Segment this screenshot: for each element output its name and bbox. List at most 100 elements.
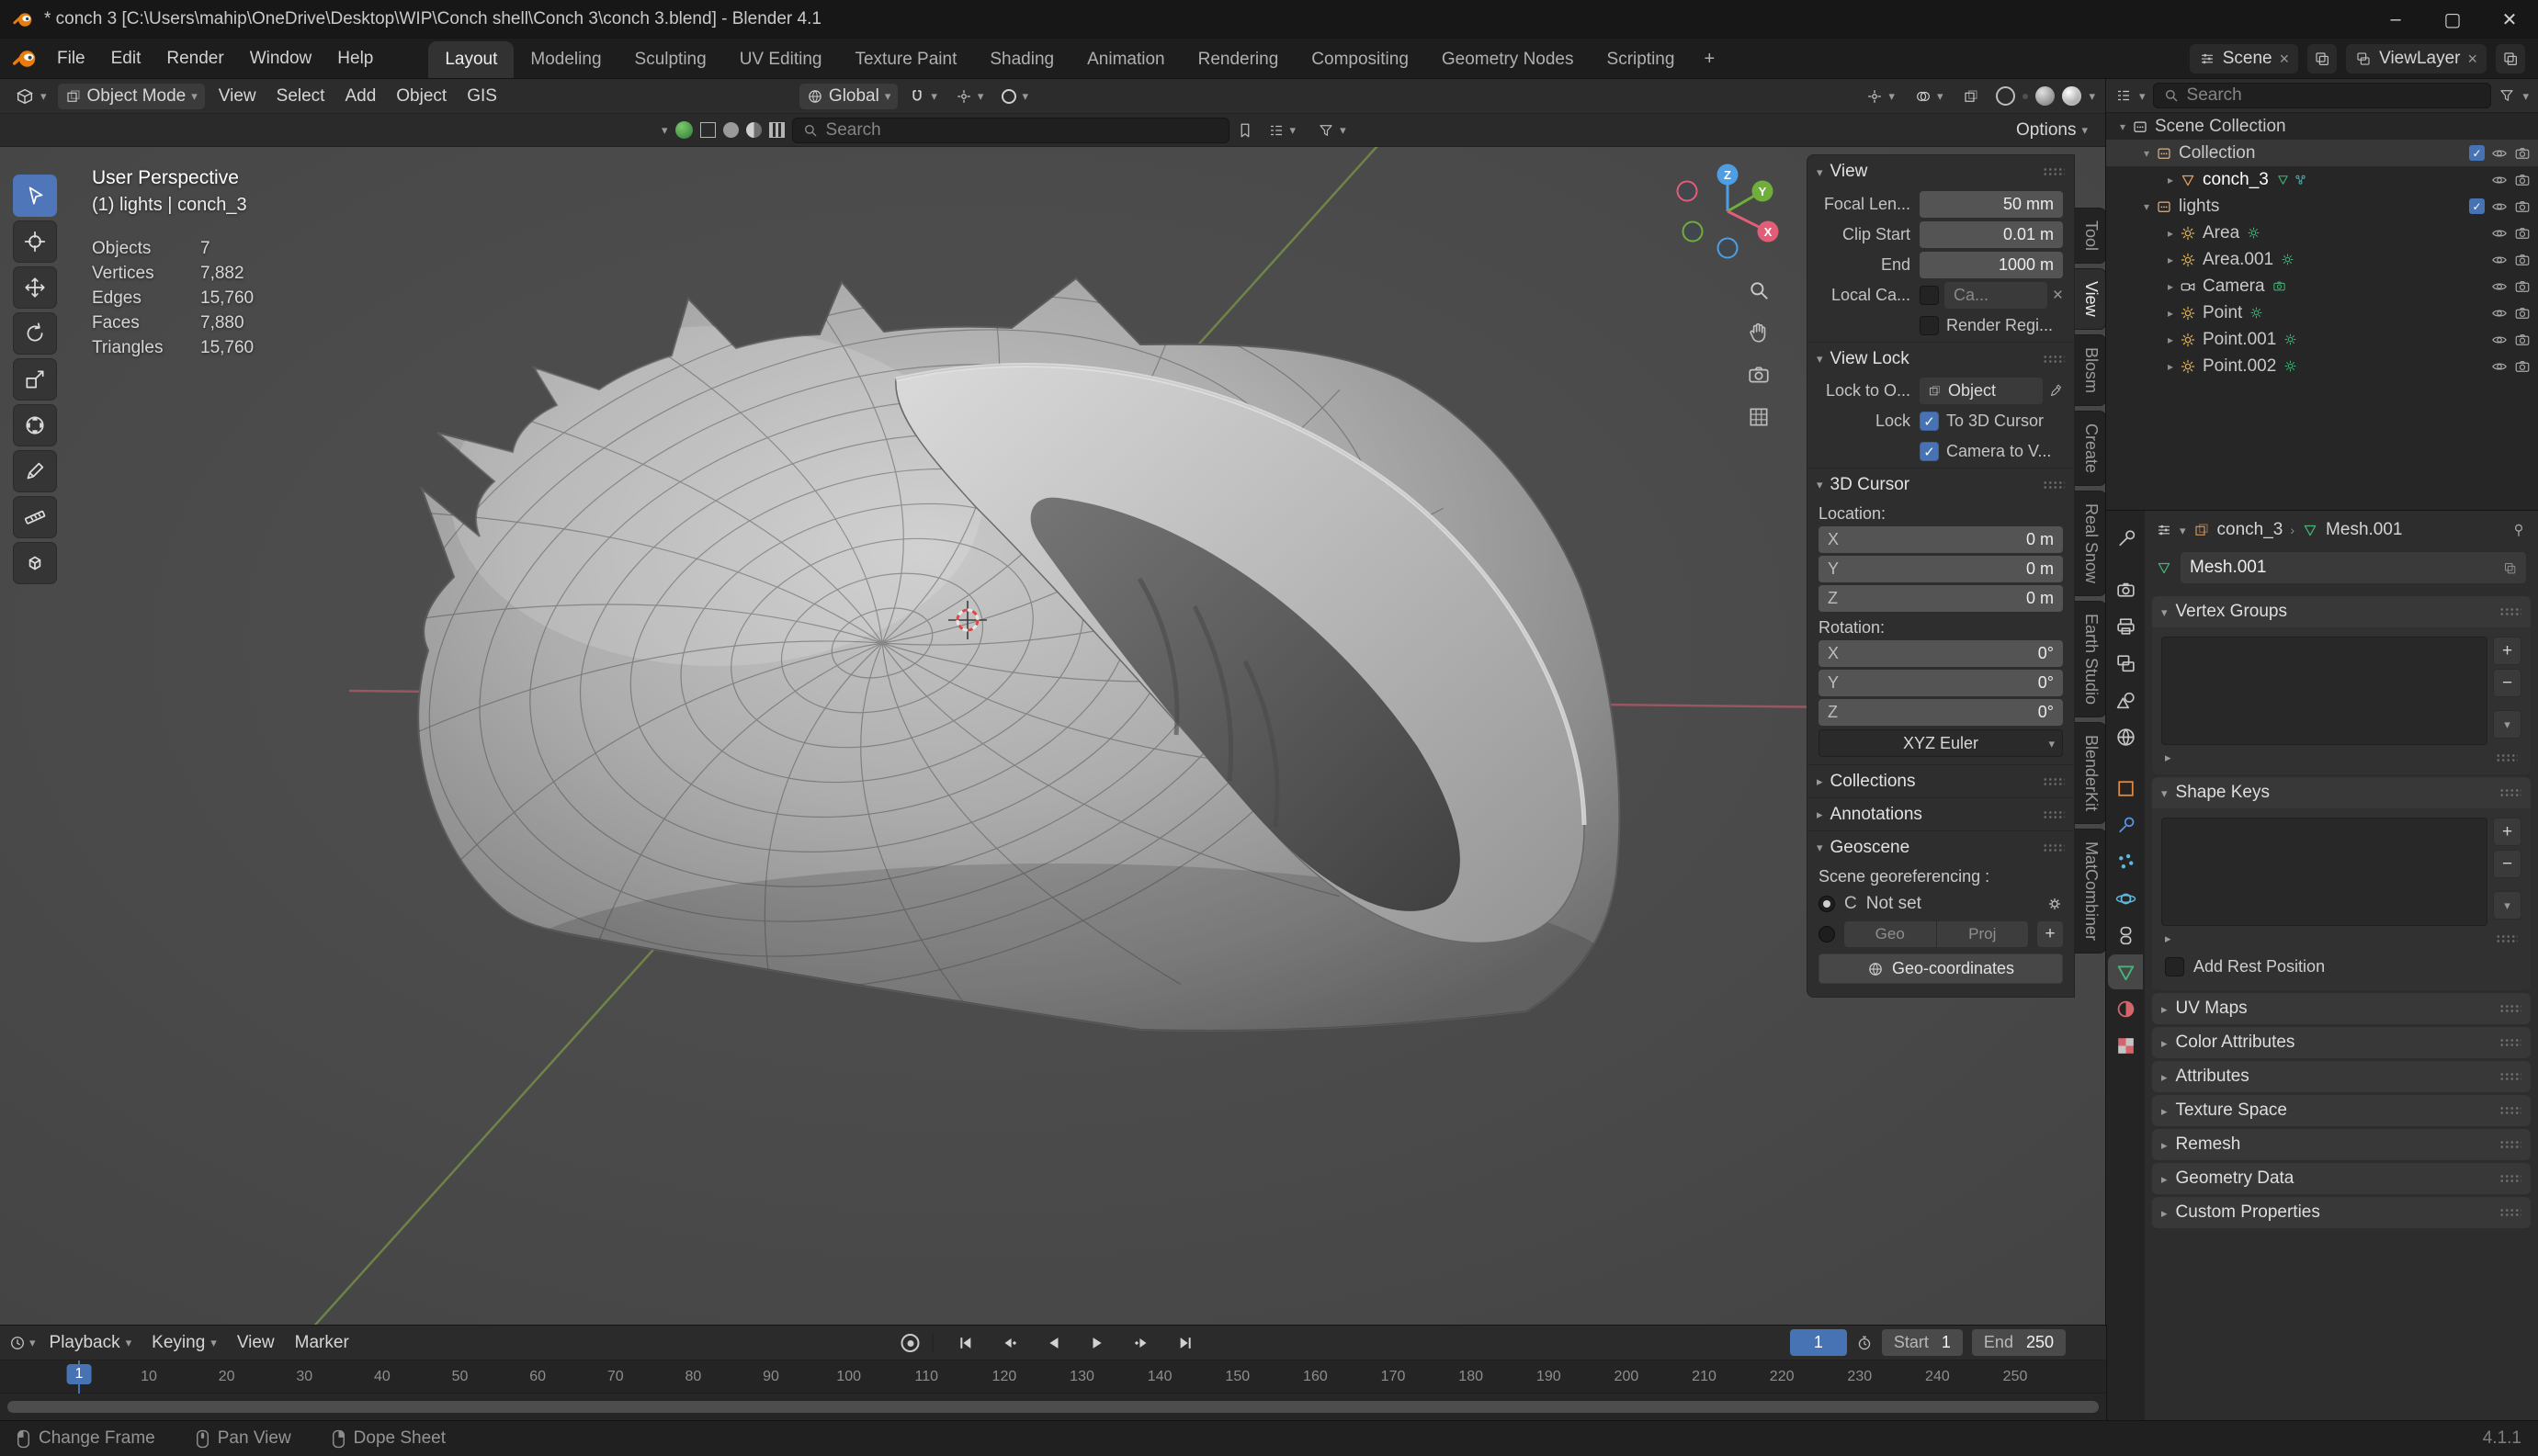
cursor-rotation-x-field[interactable]: X 0° [1819, 640, 2063, 667]
wireframe-shading-button[interactable] [1996, 86, 2016, 106]
topbar-menu-file[interactable]: File [44, 44, 98, 73]
panel-header-color-attributes[interactable]: ▸ Color Attributes [2152, 1027, 2531, 1058]
viewport-menu-add[interactable]: Add [334, 84, 386, 109]
expand-arrow-icon[interactable]: ▸ [2161, 307, 2180, 320]
disable-in-render-toggle[interactable] [2514, 332, 2531, 348]
rotation-mode-dropdown[interactable]: XYZ Euler ▾ [1819, 729, 2063, 757]
shape-keys-header[interactable]: ▾ Shape Keys [2152, 777, 2531, 808]
panel-header-annotations[interactable]: ▸ Annotations [1807, 797, 2074, 830]
solid-shading-button[interactable] [2022, 93, 2029, 99]
add-crs-button[interactable]: + [2037, 921, 2063, 947]
tool-annotate-button[interactable] [13, 450, 57, 492]
previous-keyframe-button[interactable] [991, 1329, 1029, 1357]
outliner-editor-icon[interactable] [2115, 87, 2132, 104]
pin-icon[interactable] [2510, 522, 2527, 538]
panel-header-attributes[interactable]: ▸ Attributes [2152, 1061, 2531, 1092]
workspace-tab-shading[interactable]: Shading [973, 41, 1071, 79]
outliner-row-scene-collection[interactable]: ▾ Scene Collection [2106, 113, 2538, 140]
tool-cursor-button[interactable] [13, 220, 57, 263]
disable-in-render-toggle[interactable] [2514, 252, 2531, 268]
workspace-tab-rendering[interactable]: Rendering [1182, 41, 1296, 79]
outliner-row-conch-3[interactable]: ▸ conch_3 [2106, 166, 2538, 193]
mode-selector[interactable]: Object Mode ▾ [57, 83, 205, 109]
panel-header-view[interactable]: ▾ View [1807, 155, 2074, 188]
outliner-row-lights[interactable]: ▾ lights ✓ [2106, 193, 2538, 220]
expand-arrow-icon[interactable]: ▸ [2161, 360, 2180, 373]
camera-view-button[interactable] [1744, 360, 1773, 389]
vertex-group-specials-button[interactable]: ▾ [2493, 710, 2521, 739]
perspective-toggle-button[interactable] [1744, 402, 1773, 432]
zoom-view-button[interactable] [1744, 276, 1773, 305]
sidebar-tab-tool[interactable]: Tool [2075, 208, 2106, 265]
breadcrumb-data[interactable]: Mesh.001 [2326, 520, 2402, 540]
hide-in-viewport-toggle[interactable] [2491, 225, 2508, 242]
add-workspace-button[interactable]: + [1691, 40, 1728, 79]
blender-menu-logo-icon[interactable] [11, 45, 39, 73]
auto-keying-toggle[interactable] [901, 1334, 920, 1352]
proportional-editing-toggle[interactable]: ▾ [994, 84, 1036, 109]
sphere-half-icon[interactable] [745, 122, 762, 138]
filter-chevron-icon[interactable]: ▾ [2522, 90, 2529, 102]
expand-icon[interactable]: ▸ [2165, 931, 2171, 946]
material-shading-button[interactable] [2035, 86, 2056, 106]
panel-header-collections[interactable]: ▸ Collections [1807, 764, 2074, 797]
geo-button[interactable]: Geo [1844, 921, 1937, 947]
sphere-gray-icon[interactable] [722, 122, 739, 138]
add-vertex-group-button[interactable]: + [2493, 637, 2521, 665]
geo-coordinates-button[interactable]: Geo-coordinates [1819, 954, 2063, 984]
proj-radio[interactable] [1819, 926, 1835, 942]
display-mode-selector[interactable]: ▾ [1261, 118, 1304, 143]
hide-in-viewport-toggle[interactable] [2491, 278, 2508, 295]
workspace-tab-geometry-nodes[interactable]: Geometry Nodes [1425, 41, 1591, 79]
minimize-button[interactable]: – [2367, 0, 2424, 39]
outliner-row-camera[interactable]: ▸ Camera [2106, 273, 2538, 299]
outliner-row-collection[interactable]: ▾ Collection ✓ [2106, 140, 2538, 166]
cursor-location-y-field[interactable]: Y0 m [1819, 556, 2063, 582]
viewport-menu-view[interactable]: View [209, 84, 266, 109]
sidebar-tab-real-snow[interactable]: Real Snow [2075, 490, 2106, 596]
cursor-rotation-z-field[interactable]: Z 0° [1819, 699, 2063, 726]
gizmo-neg-z-axis[interactable] [1717, 237, 1739, 259]
viewport-menu-gis[interactable]: GIS [457, 84, 507, 109]
gizmo-neg-x-axis[interactable] [1676, 180, 1698, 202]
eyedropper-icon[interactable] [2049, 384, 2063, 398]
workspace-tab-scripting[interactable]: Scripting [1591, 41, 1692, 79]
snap-target-selector[interactable]: ▾ [948, 84, 991, 109]
timeline-menu-view[interactable]: View [227, 1330, 285, 1356]
properties-editor-icon[interactable] [2156, 522, 2172, 538]
viewport-menu-select[interactable]: Select [266, 84, 335, 109]
basemap-square-icon[interactable] [699, 122, 716, 138]
hide-in-viewport-toggle[interactable] [2491, 252, 2508, 268]
workspace-tab-sculpting[interactable]: Sculpting [618, 41, 723, 79]
properties-tab-render[interactable] [2108, 572, 2143, 607]
outliner-search-input[interactable]: Search [2152, 83, 2492, 108]
disable-in-render-toggle[interactable] [2514, 305, 2531, 322]
sidebar-tab-blosm[interactable]: Blosm [2075, 333, 2106, 406]
disable-in-render-toggle[interactable] [2514, 278, 2531, 295]
viewlayer-selector[interactable]: ViewLayer × [2346, 44, 2487, 73]
sidebar-tab-blenderkit[interactable]: BlenderKit [2075, 721, 2106, 824]
play-button[interactable] [1079, 1329, 1117, 1357]
clip-start-field[interactable]: 0.01 m [1920, 221, 2063, 248]
cursor-location-x-field[interactable]: X0 m [1819, 526, 2063, 553]
gear-icon[interactable] [2046, 896, 2063, 912]
topbar-menu-help[interactable]: Help [324, 44, 386, 73]
sidebar-tab-create[interactable]: Create [2075, 410, 2106, 486]
editor-type-chevron-icon[interactable]: ▾ [29, 1337, 36, 1349]
snap-toggle[interactable]: ▾ [901, 84, 945, 109]
timeline-menu-keying[interactable]: Keying ▾ [142, 1330, 227, 1356]
tool-transform-button[interactable] [13, 404, 57, 446]
tool-select-box-button[interactable] [13, 175, 57, 217]
tool-add-cube-button[interactable] [13, 542, 57, 584]
sidebar-tab-matcombiner[interactable]: MatCombiner [2075, 828, 2106, 954]
tool-measure-button[interactable] [13, 496, 57, 538]
options-menu[interactable]: Options ▾ [2009, 118, 2095, 143]
properties-tab-tool[interactable] [2108, 521, 2143, 556]
hide-in-viewport-toggle[interactable] [2491, 358, 2508, 375]
remove-vertex-group-button[interactable]: − [2493, 669, 2521, 697]
transform-orientation-selector[interactable]: Global ▾ [799, 83, 899, 109]
disable-in-render-toggle[interactable] [2514, 198, 2531, 215]
properties-tab-object-data[interactable] [2108, 954, 2143, 989]
expand-arrow-icon[interactable]: ▸ [2161, 280, 2180, 293]
scene-selector[interactable]: Scene × [2189, 44, 2299, 73]
